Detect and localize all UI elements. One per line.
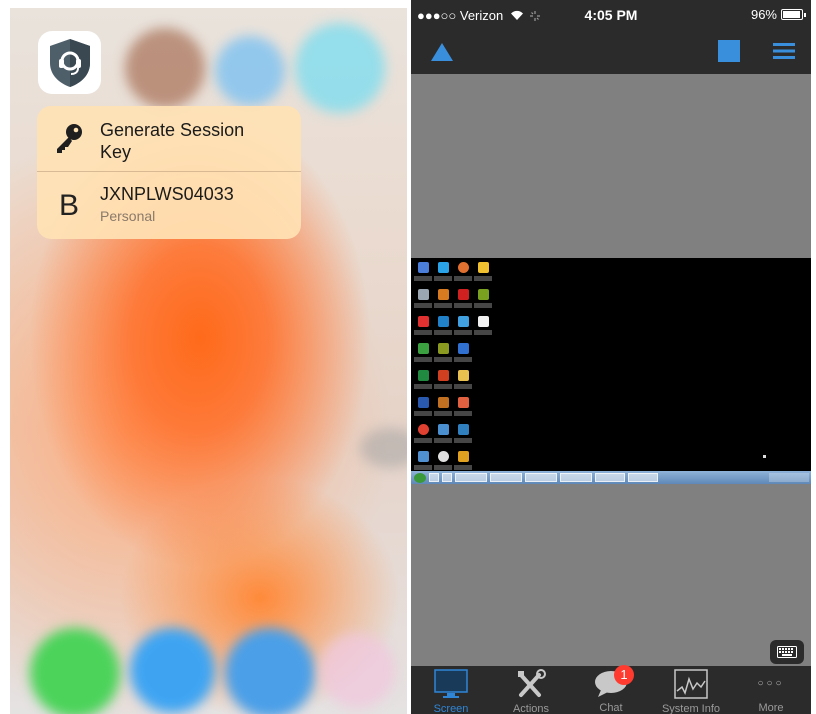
start-button-icon[interactable] <box>414 472 426 483</box>
battery-status: 96% <box>750 7 806 22</box>
tab-screen[interactable]: Screen <box>411 666 491 714</box>
tools-icon <box>511 669 551 699</box>
taskbar-item[interactable] <box>595 473 625 482</box>
desktop-icon[interactable] <box>453 260 473 287</box>
desktop-icon[interactable] <box>453 314 473 341</box>
blurred-app-icon <box>215 36 285 106</box>
desktop-icon[interactable] <box>433 368 453 395</box>
desktop-icon[interactable] <box>413 260 433 287</box>
taskbar-item[interactable] <box>455 473 487 482</box>
taskbar-item[interactable] <box>560 473 592 482</box>
desktop-icon[interactable] <box>413 368 433 395</box>
chat-bubble-icon: 1 <box>591 665 634 698</box>
tab-actions[interactable]: Actions <box>491 666 571 714</box>
menu-item-subtitle: Personal <box>100 208 156 224</box>
taskbar-item[interactable] <box>442 473 452 482</box>
support-app-icon[interactable] <box>38 31 101 94</box>
desktop-icon[interactable] <box>453 422 473 449</box>
navigation-bar <box>411 30 811 74</box>
desktop-icon[interactable] <box>413 341 433 368</box>
blurred-app-icon <box>125 28 205 108</box>
desktop-icon[interactable] <box>413 314 433 341</box>
session-jxnplws04033-action[interactable]: B JXNPLWS04033 Personal <box>37 172 301 239</box>
blurred-app-icon <box>295 23 385 113</box>
triangle-icon[interactable] <box>429 40 455 64</box>
tab-label: System Info <box>661 703 721 714</box>
chat-badge: 1 <box>614 665 634 685</box>
tab-label: Chat <box>599 702 623 714</box>
desktop-icon[interactable] <box>433 422 453 449</box>
desktop-icon[interactable] <box>433 341 453 368</box>
desktop-icon[interactable] <box>453 287 473 314</box>
activity-graph-icon <box>671 669 711 699</box>
generate-session-key-action[interactable]: Generate Session Key <box>37 106 301 172</box>
hamburger-menu-icon[interactable] <box>771 39 797 63</box>
desktop-icon[interactable] <box>473 314 493 341</box>
remote-control-app: ●●●○○ Verizon 4:05 PM 96% Screen Actions… <box>411 0 811 714</box>
battery-icon <box>781 9 806 20</box>
tab-label: Screen <box>433 703 469 714</box>
letter-b-icon: B <box>58 189 79 222</box>
keyboard-icon <box>777 646 797 658</box>
desktop-icon[interactable] <box>473 260 493 287</box>
desktop-icon[interactable] <box>433 287 453 314</box>
desktop-icon[interactable] <box>433 260 453 287</box>
keyboard-toggle-button[interactable] <box>770 640 804 664</box>
tab-label: More <box>758 702 784 714</box>
square-icon[interactable] <box>717 39 741 63</box>
shield-headset-icon <box>49 38 90 87</box>
status-bar: ●●●○○ Verizon 4:05 PM 96% <box>411 0 811 30</box>
tab-chat[interactable]: 1 Chat <box>571 665 651 714</box>
more-dots-icon: ○○○ <box>757 678 785 689</box>
monitor-icon <box>431 669 471 699</box>
desktop-icon-grid <box>413 260 493 476</box>
taskbar-item[interactable] <box>490 473 522 482</box>
home-screen-background: Generate Session Key B JXNPLWS04033 Pers… <box>10 8 407 714</box>
desktop-icon[interactable] <box>413 395 433 422</box>
desktop-icon[interactable] <box>453 341 473 368</box>
taskbar-item[interactable] <box>429 473 439 482</box>
blurred-dock-icon <box>30 628 120 714</box>
blurred-dock-icon <box>320 633 395 708</box>
system-tray <box>769 473 809 482</box>
tab-more[interactable]: ○○○ More <box>731 666 811 714</box>
taskbar-item[interactable] <box>525 473 557 482</box>
blurred-dock-icon <box>225 628 315 714</box>
desktop-icon[interactable] <box>453 368 473 395</box>
tab-system-info[interactable]: System Info <box>651 666 731 714</box>
desktop-icon[interactable] <box>453 395 473 422</box>
blurred-shape <box>360 428 407 468</box>
desktop-icon[interactable] <box>433 395 453 422</box>
desktop-icon[interactable] <box>473 287 493 314</box>
menu-item-text: JXNPLWS04033 Personal <box>100 183 234 225</box>
menu-item-label: Generate Session Key <box>100 120 245 162</box>
desktop-icon[interactable] <box>413 287 433 314</box>
tab-label: Actions <box>512 703 550 714</box>
quick-action-menu: Generate Session Key B JXNPLWS04033 Pers… <box>37 106 301 239</box>
desktop-icon[interactable] <box>433 314 453 341</box>
desktop-icon[interactable] <box>413 422 433 449</box>
blurred-dock-icon <box>130 628 215 713</box>
taskbar-item[interactable] <box>628 473 658 482</box>
tab-bar: Screen Actions 1 Chat System Info ○○○ Mo… <box>411 665 811 714</box>
remote-mouse-cursor <box>763 455 766 458</box>
key-icon <box>51 120 87 156</box>
menu-item-label: JXNPLWS04033 <box>100 184 234 204</box>
remote-taskbar[interactable] <box>411 471 811 484</box>
remote-desktop-view[interactable] <box>411 258 811 484</box>
battery-percent: 96% <box>750 7 777 22</box>
